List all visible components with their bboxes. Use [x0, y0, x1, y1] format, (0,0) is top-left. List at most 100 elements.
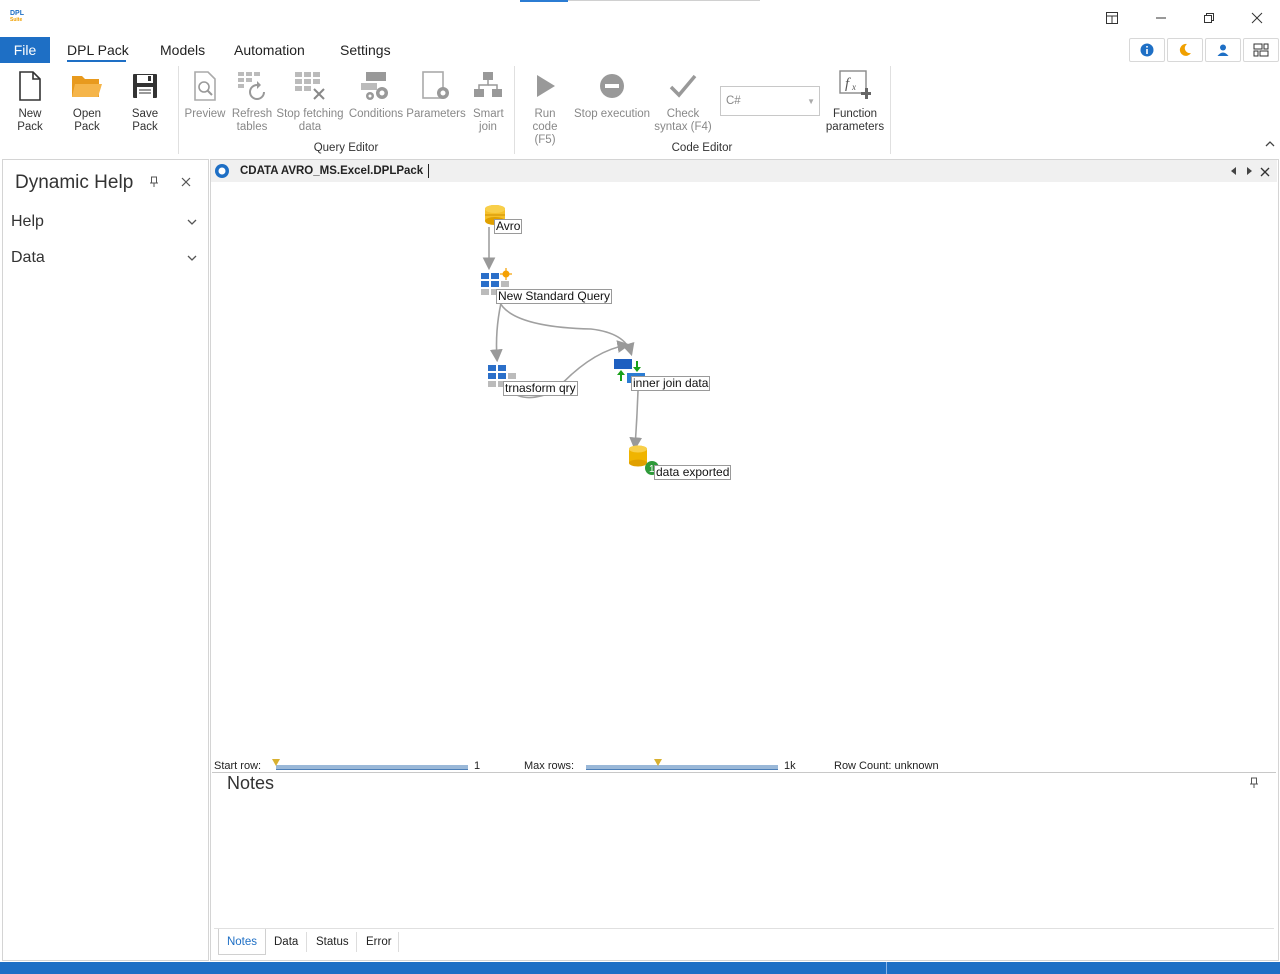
- section-help-label: Help: [11, 213, 44, 230]
- layout-button[interactable]: [1243, 38, 1279, 62]
- language-select[interactable]: C# ▼: [720, 86, 820, 116]
- chevron-down-icon: [187, 255, 197, 261]
- stop-execution-button[interactable]: Stop execution: [573, 68, 651, 121]
- ribbon-separator: [514, 66, 515, 154]
- language-select-value: C#: [726, 95, 741, 107]
- tab-status[interactable]: Status: [316, 936, 349, 948]
- pin-button[interactable]: [149, 176, 161, 188]
- checkmark-icon: [669, 74, 697, 98]
- maximize-button[interactable]: [1196, 6, 1222, 30]
- stop-icon: [600, 74, 624, 98]
- preview-label: Preview: [184, 108, 226, 120]
- open-pack-button[interactable]: Open Pack: [60, 68, 114, 134]
- document-tab[interactable]: CDATA AVRO_MS.Excel.DPLPack: [214, 162, 430, 180]
- conditions-button[interactable]: Conditions: [348, 68, 404, 121]
- title-bar: [0, 0, 1280, 36]
- save-pack-label: Save Pack: [131, 108, 159, 133]
- tab-settings[interactable]: Settings: [340, 38, 391, 62]
- tab-error[interactable]: Error: [366, 936, 392, 948]
- open-pack-label: Open Pack: [72, 108, 102, 133]
- collapse-ribbon-button[interactable]: [1264, 138, 1276, 150]
- document-tab-title: CDATA AVRO_MS.Excel.DPLPack: [240, 165, 424, 177]
- minimize-button[interactable]: [1148, 6, 1174, 30]
- layout-icon: [1253, 43, 1269, 57]
- close-button[interactable]: [1244, 6, 1270, 30]
- refresh-tables-label: Refresh tables: [231, 108, 273, 133]
- preview-button[interactable]: Preview: [183, 68, 227, 121]
- window-layout-icon: [1106, 12, 1118, 24]
- tab-separator: [356, 932, 357, 952]
- max-rows-thumb[interactable]: [654, 759, 662, 766]
- status-bar: [0, 962, 1280, 974]
- section-help[interactable]: Help: [11, 212, 197, 232]
- pin-icon: [1250, 777, 1258, 788]
- close-panel-button[interactable]: [181, 176, 193, 188]
- dynamic-help-panel: Dynamic Help Help Data: [2, 159, 209, 961]
- close-document-button[interactable]: [1260, 166, 1270, 180]
- status-bar-divider: [886, 962, 887, 974]
- stop-fetching-button[interactable]: Stop fetching data: [276, 68, 344, 134]
- scroll-tabs-right-button[interactable]: [1244, 165, 1254, 180]
- new-pack-button[interactable]: New Pack: [6, 68, 54, 134]
- edge-query-transform: [489, 302, 503, 363]
- parameters-label: Parameters: [406, 108, 466, 120]
- restore-layout-button[interactable]: [1099, 6, 1125, 30]
- start-row-value: 1: [474, 760, 481, 772]
- parameters-button[interactable]: Parameters: [406, 68, 466, 121]
- logo-line1: DPL: [10, 10, 24, 17]
- tab-dpl-pack[interactable]: DPL Pack: [67, 38, 129, 62]
- stop-fetching-icon: [295, 72, 325, 100]
- file-tab[interactable]: File: [0, 37, 50, 63]
- tab-notes-label: Notes: [226, 935, 258, 948]
- user-icon: [1217, 44, 1229, 56]
- theme-button[interactable]: [1167, 38, 1203, 62]
- node-data-exported[interactable]: data exported: [654, 465, 732, 480]
- tab-separator: [306, 932, 307, 952]
- tab-separator: [398, 932, 399, 952]
- start-row-label: Start row:: [214, 760, 262, 772]
- moon-icon: [1179, 43, 1191, 56]
- node-new-standard-query[interactable]: New Standard Query: [496, 289, 613, 304]
- pin-notes-button[interactable]: [1249, 777, 1259, 792]
- refresh-tables-icon: [238, 72, 265, 100]
- node-transform-query[interactable]: trnasform qry: [503, 381, 578, 396]
- run-code-button[interactable]: Run code (F5): [519, 68, 571, 147]
- tab-models[interactable]: Models: [160, 38, 205, 62]
- section-data[interactable]: Data: [11, 248, 197, 268]
- smart-join-label: Smart join: [473, 108, 504, 133]
- refresh-tables-button[interactable]: Refresh tables: [230, 68, 274, 134]
- tab-data[interactable]: Data: [274, 936, 298, 948]
- pack-icon: [215, 164, 229, 178]
- node-inner-join[interactable]: inner join data: [631, 376, 711, 391]
- new-document-icon: [19, 71, 41, 101]
- save-pack-button[interactable]: Save Pack: [118, 68, 172, 134]
- user-button[interactable]: [1205, 38, 1241, 62]
- node-avro[interactable]: Avro: [494, 219, 523, 234]
- smart-join-button[interactable]: Smart join: [470, 68, 506, 134]
- tab-notes[interactable]: Notes: [218, 929, 266, 955]
- start-row-slider[interactable]: [276, 765, 468, 770]
- function-parameters-button[interactable]: fx Function parameters: [824, 68, 886, 134]
- chevron-down-icon: [187, 219, 197, 225]
- max-rows-label: Max rows:: [524, 760, 575, 772]
- play-icon: [537, 75, 555, 97]
- chevron-up-icon: [1265, 141, 1275, 147]
- pin-icon: [150, 176, 158, 187]
- close-icon: [1260, 167, 1270, 177]
- notes-content-area[interactable]: [214, 796, 1274, 926]
- start-row-thumb[interactable]: [272, 759, 280, 766]
- tab-automation[interactable]: Automation: [234, 38, 305, 62]
- conditions-icon: [361, 72, 388, 100]
- conditions-label: Conditions: [348, 108, 404, 120]
- title-accent-line: [568, 0, 760, 1]
- pack-diagram: 1: [481, 205, 659, 475]
- max-rows-slider[interactable]: [586, 765, 778, 770]
- check-syntax-button[interactable]: Check syntax (F4): [652, 68, 714, 134]
- info-button[interactable]: [1129, 38, 1165, 62]
- scroll-tabs-left-button[interactable]: [1229, 165, 1239, 180]
- new-pack-label: New Pack: [17, 108, 43, 133]
- query-editor-group-label: Query Editor: [313, 142, 379, 154]
- open-folder-icon: [72, 76, 102, 97]
- run-code-label: Run code (F5): [532, 108, 558, 146]
- stop-fetching-label: Stop fetching data: [276, 108, 344, 133]
